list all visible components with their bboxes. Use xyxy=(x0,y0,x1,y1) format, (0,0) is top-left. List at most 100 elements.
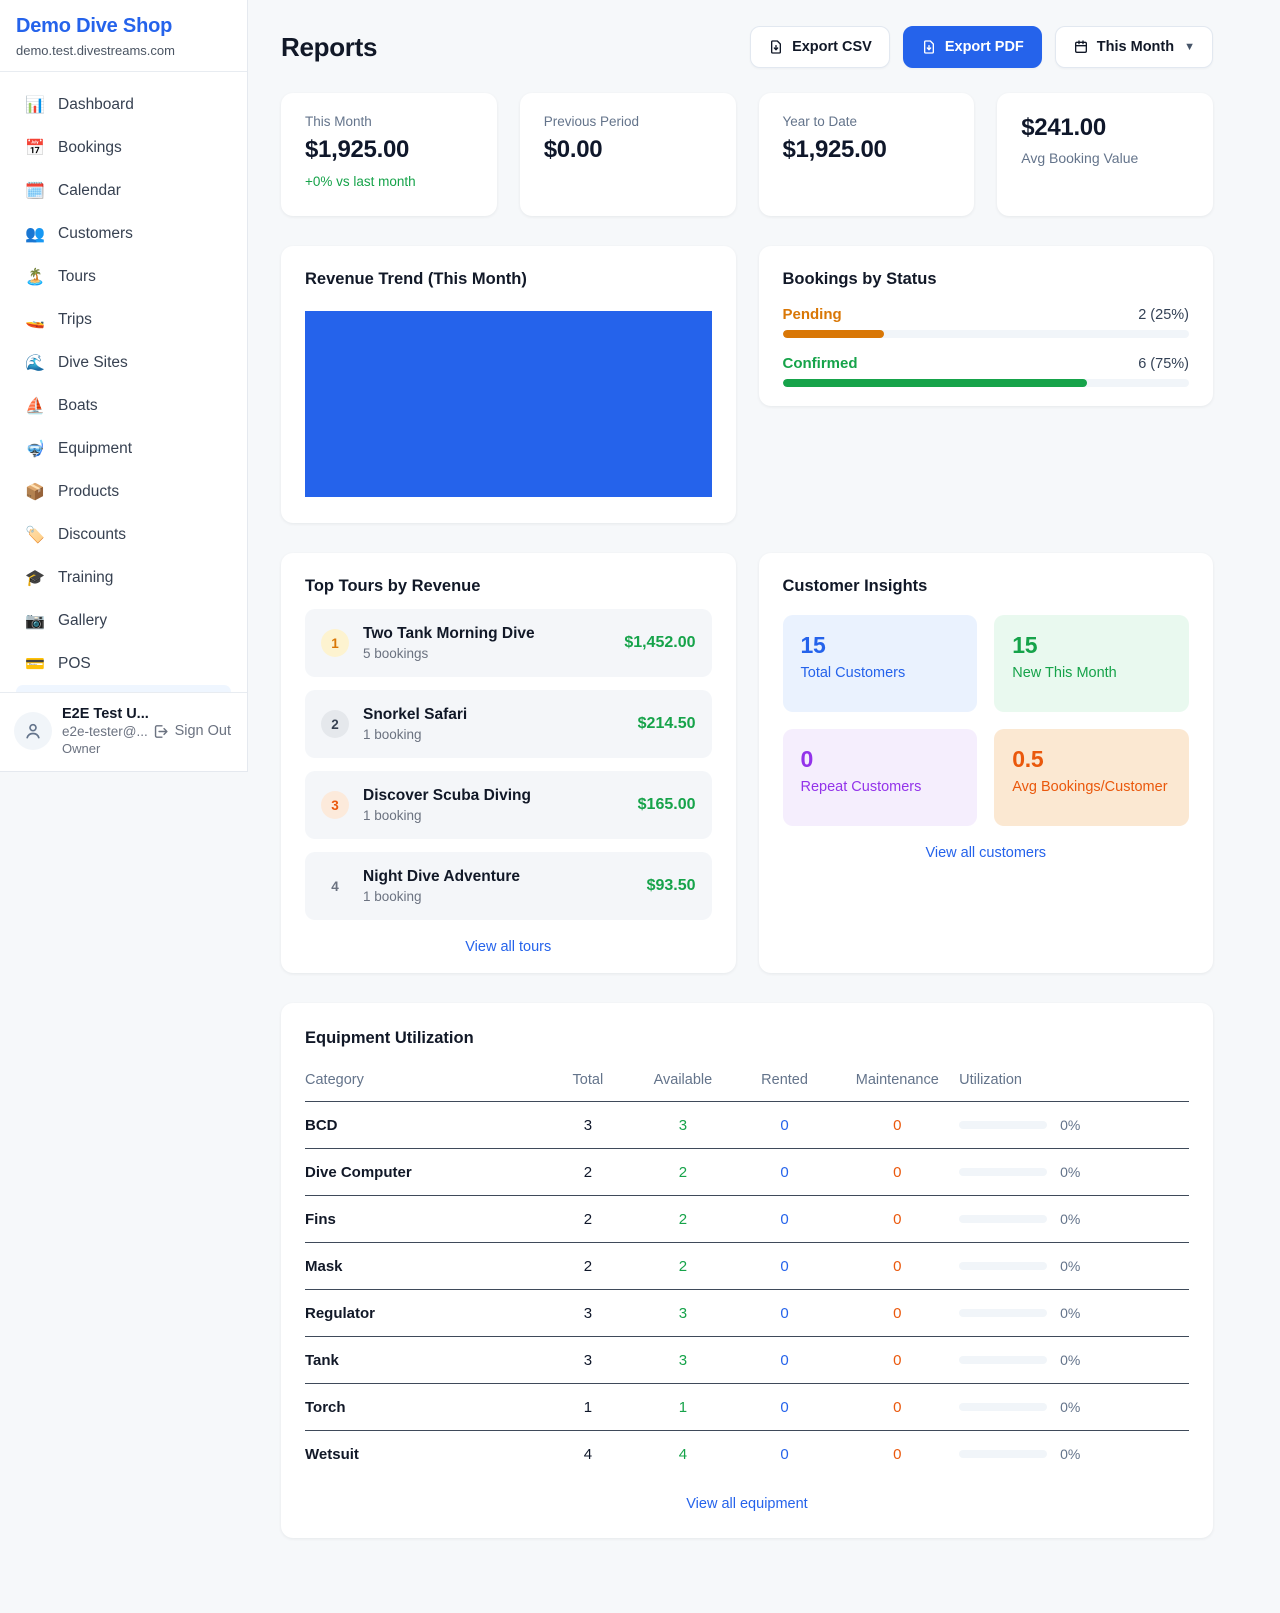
equipment-available: 3 xyxy=(632,1102,734,1149)
status-label: Pending xyxy=(783,306,842,323)
insight-label: Repeat Customers xyxy=(801,779,960,795)
sign-out-label: Sign Out xyxy=(175,723,231,739)
utilization-bar-track xyxy=(959,1450,1047,1458)
customer-insights-card: Customer Insights 15 Total Customers 15 … xyxy=(759,553,1214,973)
sidebar-item-dive-sites[interactable]: 🌊 Dive Sites xyxy=(8,341,239,384)
equipment-rented: 0 xyxy=(734,1431,836,1478)
tour-revenue: $93.50 xyxy=(647,877,696,895)
sidebar-item-label: Tours xyxy=(58,268,96,286)
revenue-trend-card: Revenue Trend (This Month) xyxy=(281,246,736,523)
sidebar-item-label: Gallery xyxy=(58,612,107,630)
equipment-available: 3 xyxy=(632,1337,734,1384)
status-bar-track xyxy=(783,330,1190,338)
pos-icon: 💳 xyxy=(25,654,45,674)
equipment-rented: 0 xyxy=(734,1337,836,1384)
sidebar-item-pos[interactable]: 💳 POS xyxy=(8,642,239,685)
stat-value: $0.00 xyxy=(544,136,712,164)
export-csv-button[interactable]: Export CSV xyxy=(750,26,890,68)
rank-badge: 1 xyxy=(321,629,349,657)
main-content: Reports Export CSV Export PDF xyxy=(248,0,1280,1613)
tour-bookings: 1 booking xyxy=(363,889,633,904)
equipment-utilization-cell: 0% xyxy=(959,1102,1189,1149)
boats-icon: ⛵ xyxy=(25,396,45,416)
sidebar-item-gallery[interactable]: 📷 Gallery xyxy=(8,599,239,642)
equipment-table-row: Wetsuit44000% xyxy=(305,1431,1189,1478)
equipment-category: BCD xyxy=(305,1102,544,1149)
utilization-percent: 0% xyxy=(1060,1399,1080,1415)
sidebar-item-label: Training xyxy=(58,569,113,587)
equipment-category: Tank xyxy=(305,1337,544,1384)
dashboard-icon: 📊 xyxy=(25,95,45,115)
sidebar-item-products[interactable]: 📦 Products xyxy=(8,470,239,513)
equipment-table: Category Total Available Rented Maintena… xyxy=(305,1064,1189,1477)
sidebar-item-trips[interactable]: 🚤 Trips xyxy=(8,298,239,341)
sidebar-item-equipment[interactable]: 🤿 Equipment xyxy=(8,427,239,470)
tour-row: 3 Discover Scuba Diving 1 booking $165.0… xyxy=(305,771,712,839)
sidebar-item-tours[interactable]: 🏝️ Tours xyxy=(8,255,239,298)
equipment-utilization-title: Equipment Utilization xyxy=(305,1029,1189,1048)
equipment-table-body: BCD33000%Dive Computer22000%Fins22000%Ma… xyxy=(305,1102,1189,1478)
sidebar-header: Demo Dive Shop demo.test.divestreams.com xyxy=(0,0,247,72)
equipment-table-row: BCD33000% xyxy=(305,1102,1189,1149)
chevron-down-icon: ▼ xyxy=(1184,41,1195,53)
bookings-by-status-card: Bookings by Status Pending 2 (25%) Confi… xyxy=(759,246,1214,406)
sidebar-item-discounts[interactable]: 🏷️ Discounts xyxy=(8,513,239,556)
sign-out-button[interactable]: Sign Out xyxy=(152,723,231,740)
equipment-maintenance: 0 xyxy=(835,1196,959,1243)
equipment-utilization-cell: 0% xyxy=(959,1149,1189,1196)
sidebar-item-bookings[interactable]: 📅 Bookings xyxy=(8,126,239,169)
sidebar-item-boats[interactable]: ⛵ Boats xyxy=(8,384,239,427)
utilization-percent: 0% xyxy=(1060,1211,1080,1227)
utilization-percent: 0% xyxy=(1060,1258,1080,1274)
sidebar-item-reports-partial[interactable] xyxy=(16,685,231,692)
bookings-by-status-title: Bookings by Status xyxy=(783,270,1190,289)
equipment-category: Torch xyxy=(305,1384,544,1431)
equipment-utilization-cell: 0% xyxy=(959,1290,1189,1337)
user-icon xyxy=(23,721,43,741)
equipment-icon: 🤿 xyxy=(25,439,45,459)
equipment-maintenance: 0 xyxy=(835,1243,959,1290)
equipment-table-row: Fins22000% xyxy=(305,1196,1189,1243)
sidebar-user-footer: E2E Test U... e2e-tester@... Owner Sign … xyxy=(0,692,247,771)
status-row-pending: Pending 2 (25%) xyxy=(783,306,1190,338)
training-icon: 🎓 xyxy=(25,568,45,588)
equipment-maintenance: 0 xyxy=(835,1384,959,1431)
charts-row: Revenue Trend (This Month) Bookings by S… xyxy=(281,246,1213,523)
equipment-total: 2 xyxy=(544,1196,632,1243)
utilization-bar-track xyxy=(959,1262,1047,1270)
equipment-total: 3 xyxy=(544,1102,632,1149)
stat-delta: +0% vs last month xyxy=(305,174,473,189)
equipment-maintenance: 0 xyxy=(835,1431,959,1478)
sidebar-item-training[interactable]: 🎓 Training xyxy=(8,556,239,599)
utilization-bar-track xyxy=(959,1356,1047,1364)
equipment-maintenance: 0 xyxy=(835,1337,959,1384)
utilization-bar-track xyxy=(959,1403,1047,1411)
export-pdf-button[interactable]: Export PDF xyxy=(903,26,1042,68)
stat-card-year-to-date: Year to Date $1,925.00 xyxy=(759,93,975,216)
status-bar-fill xyxy=(783,379,1088,387)
period-select-button[interactable]: This Month ▼ xyxy=(1055,26,1213,68)
sidebar-item-calendar[interactable]: 🗓️ Calendar xyxy=(8,169,239,212)
utilization-bar-track xyxy=(959,1309,1047,1317)
sidebar-item-dashboard[interactable]: 📊 Dashboard xyxy=(8,83,239,126)
equipment-maintenance: 0 xyxy=(835,1102,959,1149)
sidebar-item-label: Products xyxy=(58,483,119,501)
stat-label: Previous Period xyxy=(544,114,712,129)
insight-tile-total-customers: 15 Total Customers xyxy=(783,615,978,712)
equipment-total: 3 xyxy=(544,1337,632,1384)
view-all-tours-link[interactable]: View all tours xyxy=(305,939,712,955)
equipment-rented: 0 xyxy=(734,1384,836,1431)
sidebar-item-customers[interactable]: 👥 Customers xyxy=(8,212,239,255)
utilization-bar-track xyxy=(959,1215,1047,1223)
tour-revenue: $214.50 xyxy=(638,715,696,733)
equipment-rented: 0 xyxy=(734,1149,836,1196)
insight-grid: 15 Total Customers 15 New This Month 0 R… xyxy=(783,615,1190,826)
column-header-utilization: Utilization xyxy=(959,1064,1189,1102)
equipment-available: 3 xyxy=(632,1290,734,1337)
view-all-customers-link[interactable]: View all customers xyxy=(783,845,1190,861)
tour-row: 1 Two Tank Morning Dive 5 bookings $1,45… xyxy=(305,609,712,677)
equipment-available: 4 xyxy=(632,1431,734,1478)
export-pdf-label: Export PDF xyxy=(945,39,1024,55)
tour-name: Night Dive Adventure xyxy=(363,868,633,886)
view-all-equipment-link[interactable]: View all equipment xyxy=(305,1496,1189,1512)
